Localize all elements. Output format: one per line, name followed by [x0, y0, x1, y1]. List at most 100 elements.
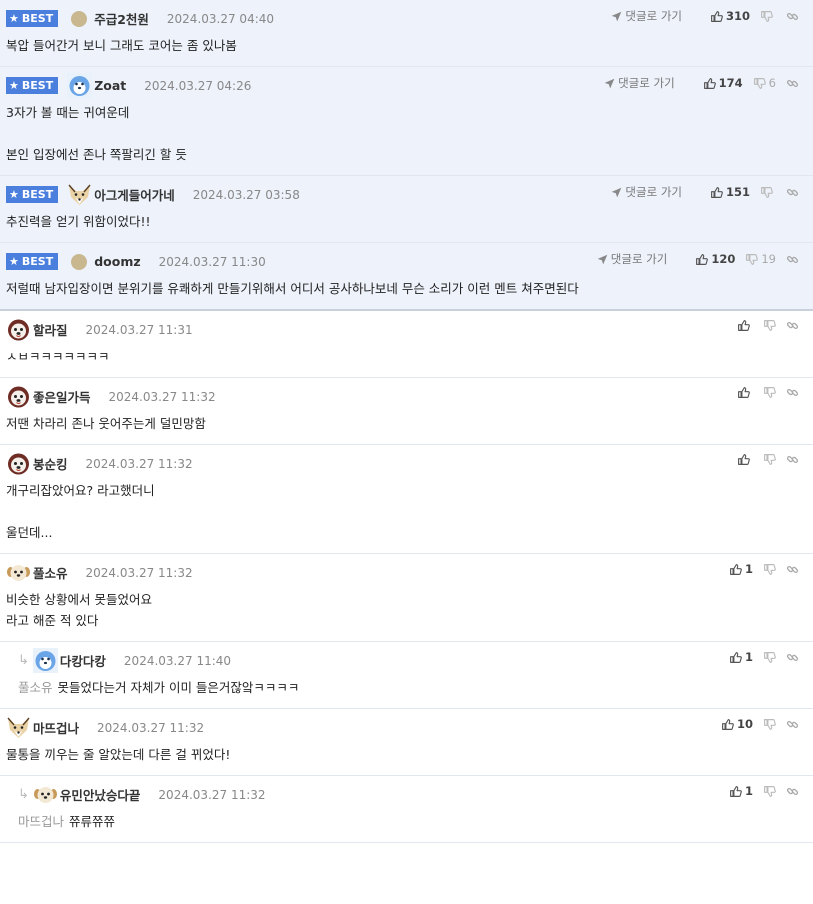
- goto-comment-link[interactable]: 댓글로 가기: [611, 184, 682, 200]
- dislike-button[interactable]: [763, 453, 776, 466]
- goto-comment-link[interactable]: 댓글로 가기: [597, 251, 667, 267]
- nickname[interactable]: 할라질: [33, 320, 68, 339]
- copy-link-button[interactable]: [786, 186, 799, 199]
- comment-body: 3자가 볼 때는 귀여운데 본인 입장에선 존나 쪽팔리긴 할 듯: [6, 94, 813, 175]
- link-icon: [786, 785, 799, 798]
- dot-avatar[interactable]: [71, 253, 88, 270]
- like-count: 1: [744, 784, 753, 798]
- link-icon: [786, 718, 799, 731]
- puppy-avatar[interactable]: [6, 560, 31, 585]
- best-label: BEST: [21, 79, 54, 92]
- thumbs-up-icon: [737, 453, 750, 466]
- dislike-button[interactable]: [760, 186, 776, 199]
- puppy-avatar[interactable]: [33, 782, 58, 807]
- link-icon: [786, 453, 799, 466]
- best-label: BEST: [21, 255, 54, 268]
- comment-text-line: [6, 501, 813, 522]
- thumbs-up-icon: [695, 253, 709, 266]
- like-button[interactable]: 10: [721, 717, 753, 731]
- comment-text-line: 3자가 볼 때는 귀여운데: [6, 102, 813, 123]
- thumbs-down-icon: [760, 186, 773, 199]
- blue-bear-avatar[interactable]: [67, 73, 93, 98]
- like-button[interactable]: 174: [703, 76, 743, 90]
- like-count: 151: [725, 185, 750, 199]
- mention-nickname[interactable]: 마뜨겁나: [18, 814, 64, 829]
- copy-link-button[interactable]: [786, 319, 799, 332]
- comment-text: 저럴때 남자입장이면 분위기를 유쾌하게 만들기위해서 어디서 공사하나보네 무…: [6, 281, 579, 296]
- copy-link-button[interactable]: [786, 563, 799, 576]
- copy-link-button[interactable]: [786, 253, 799, 266]
- dislike-button[interactable]: [763, 718, 776, 731]
- copy-link-button[interactable]: [786, 651, 799, 664]
- dislike-button[interactable]: [763, 319, 776, 332]
- dislike-button[interactable]: 19: [745, 252, 776, 266]
- like-button[interactable]: [737, 386, 753, 399]
- dot-avatar[interactable]: [71, 10, 88, 27]
- thumbs-down-icon: [763, 386, 776, 399]
- comment-header: 봉순킹 2024.03.27 11:32: [6, 453, 813, 475]
- copy-link-button[interactable]: [786, 785, 799, 798]
- nickname[interactable]: 아그게들어가네: [94, 185, 175, 204]
- thumbs-down-icon: [763, 785, 776, 798]
- comment-text-line: 마뜨겁나 쮸류쮸쮸: [18, 811, 813, 832]
- blue-bear-avatar[interactable]: [32, 648, 58, 673]
- nickname[interactable]: 좋은일가득: [33, 387, 91, 406]
- copy-link-button[interactable]: [786, 718, 799, 731]
- like-button[interactable]: 1: [729, 562, 753, 576]
- nickname[interactable]: 풀소유: [33, 563, 68, 582]
- comment-text-line: 비슷한 상황에서 못들었어요: [6, 589, 813, 610]
- dislike-button[interactable]: [763, 563, 776, 576]
- dislike-button[interactable]: [763, 785, 776, 798]
- nickname[interactable]: 봉순킹: [33, 454, 68, 473]
- like-count: 1: [744, 562, 753, 576]
- nickname[interactable]: doomz: [94, 254, 140, 269]
- goto-comment-link[interactable]: 댓글로 가기: [604, 75, 675, 91]
- mention-nickname[interactable]: 풀소유: [18, 680, 53, 695]
- comment-date: 2024.03.27 11:32: [108, 389, 216, 404]
- thumbs-down-icon: [763, 453, 776, 466]
- comment-text: 저땐 차라리 존나 웃어주는게 덜민망함: [6, 416, 206, 431]
- copy-link-button[interactable]: [786, 386, 799, 399]
- like-button[interactable]: 1: [729, 784, 753, 798]
- nickname[interactable]: 유민안났승다끝: [60, 785, 141, 804]
- like-button[interactable]: 310: [710, 9, 750, 23]
- comment-text-line: 복압 들어간거 보니 그래도 코어는 좀 있나봄: [6, 35, 813, 56]
- nickname[interactable]: 마뜨겁나: [33, 718, 79, 737]
- dog-avatar[interactable]: [6, 317, 31, 342]
- reply-comment: ↳ 유민안났승다끝 2024.03.27 11:32 1 마뜨겁나 쮸류쮸쮸: [0, 776, 813, 843]
- like-button[interactable]: [737, 319, 753, 332]
- dislike-button[interactable]: [763, 386, 776, 399]
- comment-actions: 1: [719, 784, 799, 798]
- star-icon: ★: [9, 188, 19, 201]
- nickname[interactable]: Zoat: [94, 78, 126, 93]
- like-count: 1: [744, 650, 753, 664]
- like-button[interactable]: 151: [710, 185, 750, 199]
- comment-header: 마뜨겁나 2024.03.27 11:32: [6, 717, 813, 738]
- goto-label: 댓글로 가기: [618, 76, 675, 90]
- dislike-button[interactable]: 6: [753, 76, 776, 90]
- comment: 봉순킹 2024.03.27 11:32 개구리잡았어요? 라고했더니 울던데...: [0, 445, 813, 554]
- fox-avatar[interactable]: [6, 715, 31, 740]
- like-button[interactable]: 1: [729, 650, 753, 664]
- copy-link-button[interactable]: [786, 10, 799, 23]
- thumbs-up-icon: [710, 186, 723, 199]
- comment: 좋은일가득 2024.03.27 11:32 저땐 차라리 존나 웃어주는게 덜민망…: [0, 378, 813, 445]
- copy-link-button[interactable]: [786, 77, 799, 90]
- like-count: 174: [718, 76, 743, 90]
- star-icon: ★: [9, 12, 19, 25]
- like-button[interactable]: 120: [695, 252, 735, 266]
- comment-date: 2024.03.27 03:58: [192, 187, 300, 202]
- fox-avatar[interactable]: [67, 182, 92, 207]
- dislike-button[interactable]: [760, 10, 776, 23]
- comment-text-line: 물통을 끼우는 줄 알았는데 다른 걸 뀌었다!: [6, 744, 813, 765]
- copy-link-button[interactable]: [786, 453, 799, 466]
- like-button[interactable]: [737, 453, 753, 466]
- goto-comment-link[interactable]: 댓글로 가기: [611, 8, 682, 24]
- dog-avatar[interactable]: [6, 451, 31, 476]
- dog-avatar[interactable]: [6, 384, 31, 409]
- nickname[interactable]: 다캉다캉: [60, 651, 106, 670]
- thumbs-down-icon: [763, 651, 776, 664]
- nickname[interactable]: 주급2천원: [94, 9, 149, 28]
- dislike-button[interactable]: [763, 651, 776, 664]
- thumbs-up-icon: [729, 563, 742, 576]
